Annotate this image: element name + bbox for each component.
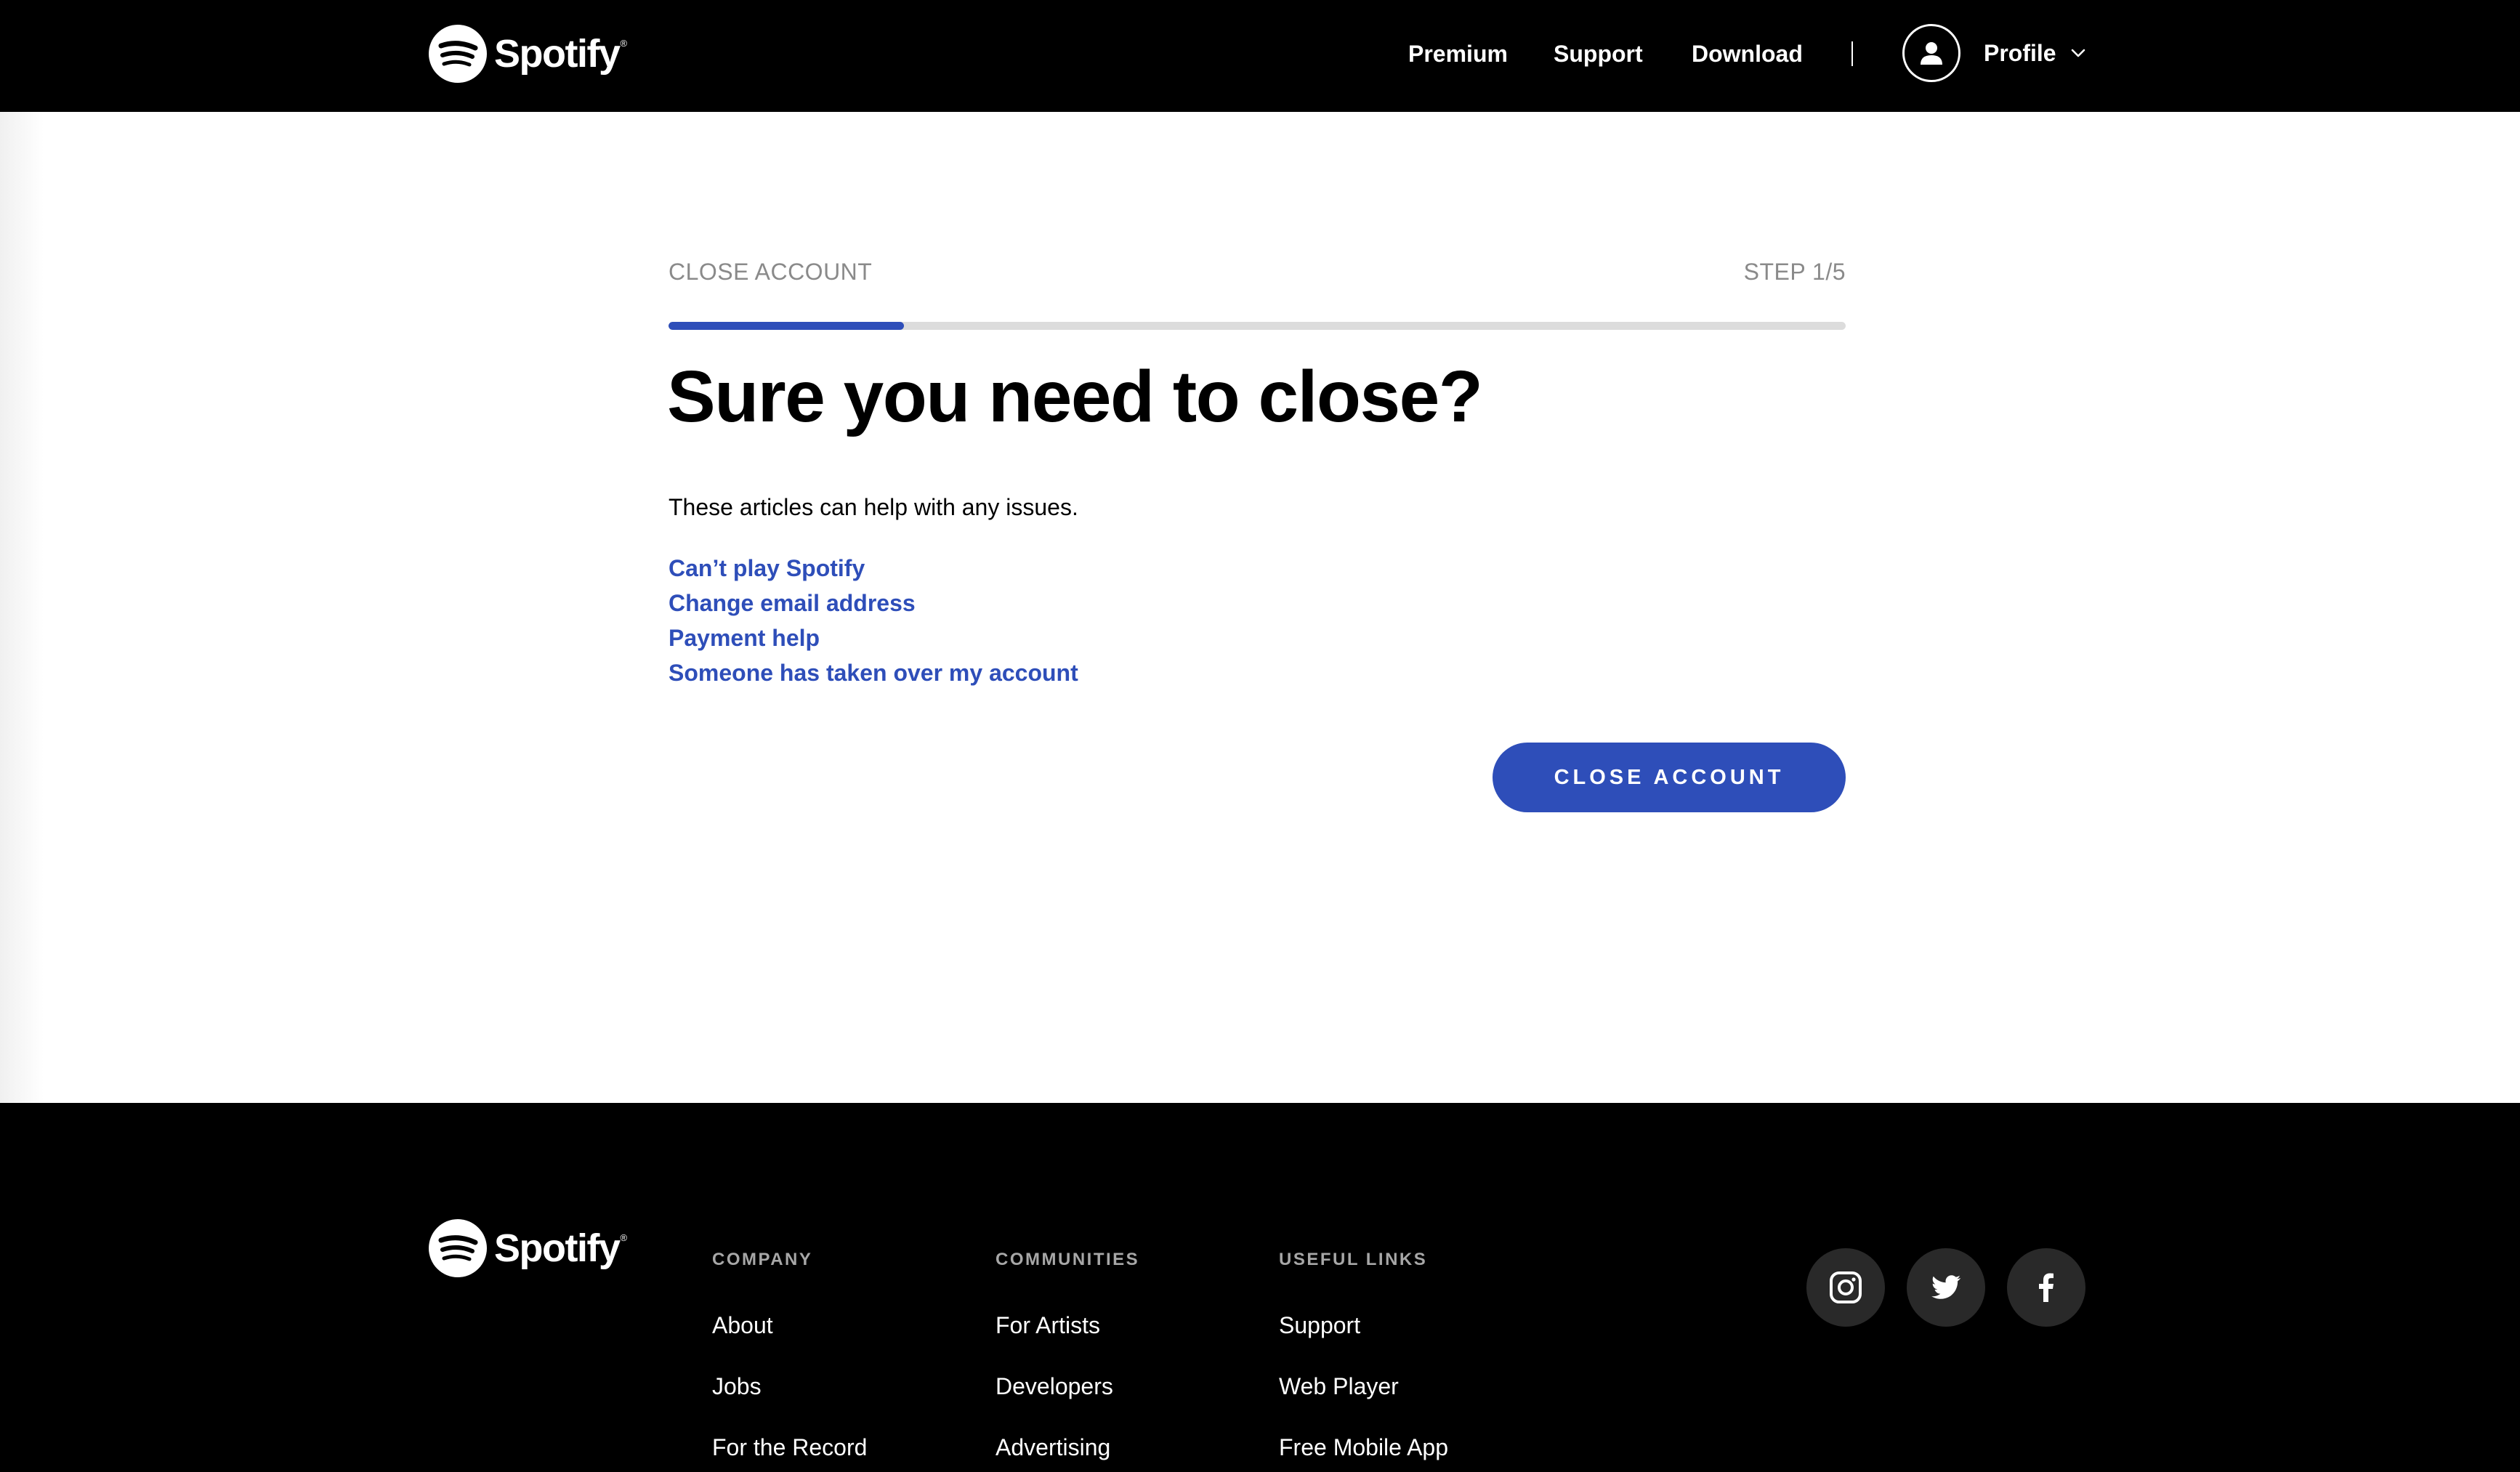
footer-heading: USEFUL LINKS [1279, 1250, 1428, 1269]
footer-link-developers[interactable]: Developers [996, 1369, 1139, 1404]
footer-link-for-the-record[interactable]: For the Record [712, 1430, 867, 1465]
user-icon [1902, 24, 1960, 82]
chevron-down-icon [2071, 49, 2085, 57]
footer-link-free-mobile-app[interactable]: Free Mobile App [1279, 1430, 1448, 1465]
footer-column-company: COMPANY About Jobs For the Record [712, 1248, 867, 1465]
top-nav-bar: Spotify ® Premium Support Download Profi… [0, 0, 2520, 112]
footer-link-support[interactable]: Support [1279, 1308, 1448, 1343]
spotify-wordmark: Spotify [494, 1226, 621, 1270]
footer-heading: COMMUNITIES [996, 1250, 1140, 1269]
instagram-icon [1830, 1271, 1862, 1303]
help-article-link-cant-play[interactable]: Can’t play Spotify [669, 551, 1078, 586]
profile-menu-button[interactable]: Profile [1902, 24, 2087, 82]
help-article-link-account-taken[interactable]: Someone has taken over my account [669, 655, 1078, 690]
profile-label: Profile [1984, 39, 2056, 66]
nav-download-link[interactable]: Download [1692, 36, 1803, 71]
footer: Spotify ® COMPANY About Jobs For the Rec… [0, 1103, 2520, 1472]
twitter-icon [1931, 1275, 1961, 1299]
spotify-logo-icon [429, 1219, 487, 1277]
facebook-button[interactable] [2007, 1248, 2085, 1327]
progress-bar [669, 322, 1846, 330]
spotify-logo-icon [429, 25, 487, 83]
facebook-icon [2039, 1273, 2053, 1302]
footer-column-communities: COMMUNITIES For Artists Developers Adver… [996, 1248, 1139, 1465]
trademark-symbol: ® [620, 38, 628, 49]
footer-link-jobs[interactable]: Jobs [712, 1369, 867, 1404]
footer-spotify-logo[interactable]: Spotify ® [429, 1219, 627, 1277]
nav-premium-link[interactable]: Premium [1408, 36, 1508, 71]
nav-support-link[interactable]: Support [1554, 36, 1643, 71]
nav-divider [1851, 41, 1853, 66]
footer-link-about[interactable]: About [712, 1308, 867, 1343]
step-indicator: STEP 1/5 [1743, 259, 1846, 285]
footer-link-for-artists[interactable]: For Artists [996, 1308, 1139, 1343]
spotify-wordmark: Spotify [494, 32, 621, 76]
help-article-link-change-email[interactable]: Change email address [669, 586, 1078, 620]
page-title: Sure you need to close? [667, 356, 1483, 437]
footer-heading: COMPANY [712, 1250, 813, 1269]
help-article-link-payment[interactable]: Payment help [669, 620, 1078, 655]
main-content: CLOSE ACCOUNT STEP 1/5 Sure you need to … [0, 112, 2520, 1103]
footer-link-web-player[interactable]: Web Player [1279, 1369, 1448, 1404]
instagram-button[interactable] [1806, 1248, 1885, 1327]
footer-link-advertising[interactable]: Advertising [996, 1430, 1139, 1465]
twitter-button[interactable] [1907, 1248, 1985, 1327]
trademark-symbol: ® [620, 1232, 628, 1243]
flow-title: CLOSE ACCOUNT [669, 259, 873, 285]
spotify-logo[interactable]: Spotify ® [429, 25, 627, 83]
progress-bar-fill [669, 322, 904, 330]
intro-text: These articles can help with any issues. [669, 494, 1078, 520]
close-account-button[interactable]: CLOSE ACCOUNT [1493, 743, 1846, 812]
footer-column-useful-links: USEFUL LINKS Support Web Player Free Mob… [1279, 1248, 1448, 1465]
help-articles-list: Can’t play Spotify Change email address … [669, 551, 1078, 690]
